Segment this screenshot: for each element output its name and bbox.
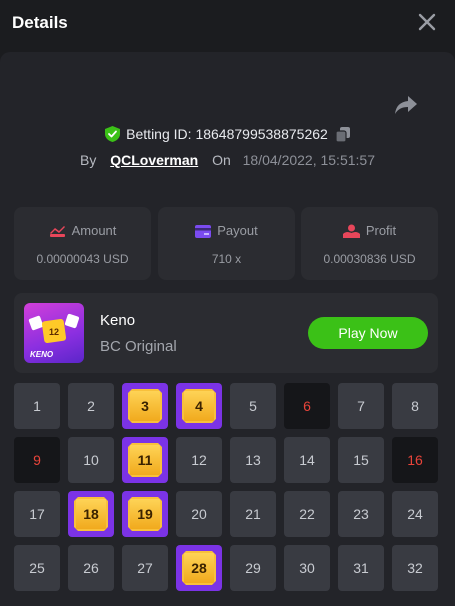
svg-text:KENO: KENO xyxy=(30,350,54,359)
keno-cell-27: 27 xyxy=(122,545,168,591)
keno-cell-number: 17 xyxy=(29,506,45,522)
stat-card-payout: Payout 710 x xyxy=(158,207,295,280)
betting-id-label: Betting ID: xyxy=(126,126,192,142)
profit-icon xyxy=(342,224,360,238)
keno-cell-13: 13 xyxy=(230,437,276,483)
keno-cell-number: 20 xyxy=(191,506,207,522)
keno-cell-23: 23 xyxy=(338,491,384,537)
keno-cell-10: 10 xyxy=(68,437,114,483)
payout-icon xyxy=(195,225,212,238)
keno-cell-number: 24 xyxy=(407,506,423,522)
keno-cell-3: 3 xyxy=(122,383,168,429)
keno-cell-number: 29 xyxy=(245,560,261,576)
stat-value-profit: 0.00030836 USD xyxy=(323,252,416,266)
keno-cell-21: 21 xyxy=(230,491,276,537)
modal-title: Details xyxy=(12,13,68,32)
keno-cell-7: 7 xyxy=(338,383,384,429)
keno-cell-14: 14 xyxy=(284,437,330,483)
by-label: By xyxy=(80,152,97,168)
bet-byline: By QCLoverman On 18/04/2022, 15:51:57 xyxy=(0,152,455,168)
keno-cell-26: 26 xyxy=(68,545,114,591)
copy-icon[interactable] xyxy=(335,127,350,142)
keno-cell-number: 9 xyxy=(33,452,41,468)
keno-cell-22: 22 xyxy=(284,491,330,537)
keno-cell-25: 25 xyxy=(14,545,60,591)
game-card: 12 KENO Keno BC Original Play Now xyxy=(14,293,438,373)
keno-cell-number: 32 xyxy=(407,560,423,576)
keno-thumbnail[interactable]: 12 KENO xyxy=(24,303,84,363)
keno-cell-9: 9 xyxy=(14,437,60,483)
keno-cell-24: 24 xyxy=(392,491,438,537)
keno-cell-28: 28 xyxy=(176,545,222,591)
keno-cell-number: 22 xyxy=(299,506,315,522)
keno-cell-number: 26 xyxy=(83,560,99,576)
betting-id-line: Betting ID: 18648799538875262 xyxy=(0,126,455,142)
keno-cell-6: 6 xyxy=(284,383,330,429)
amount-icon xyxy=(49,226,65,237)
keno-cell-number: 12 xyxy=(191,452,207,468)
keno-cell-number: 23 xyxy=(353,506,369,522)
keno-cell-1: 1 xyxy=(14,383,60,429)
stat-card-amount: Amount 0.00000043 USD xyxy=(14,207,151,280)
keno-cell-number: 11 xyxy=(137,452,153,468)
stat-card-profit: Profit 0.00030836 USD xyxy=(301,207,438,280)
shield-check-icon xyxy=(105,126,121,142)
betting-id-value: 18648799538875262 xyxy=(195,126,328,142)
keno-cell-19: 19 xyxy=(122,491,168,537)
stat-value-amount: 0.00000043 USD xyxy=(36,252,129,266)
close-icon[interactable] xyxy=(417,12,437,32)
keno-cell-11: 11 xyxy=(122,437,168,483)
on-label: On xyxy=(212,152,231,168)
keno-cell-number: 30 xyxy=(299,560,315,576)
keno-cell-number: 1 xyxy=(33,398,41,414)
keno-cell-17: 17 xyxy=(14,491,60,537)
game-name: Keno xyxy=(100,312,136,329)
keno-cell-number: 14 xyxy=(299,452,315,468)
modal-header: Details xyxy=(0,0,455,52)
stat-label-amount: Amount xyxy=(71,223,117,238)
keno-cell-number: 10 xyxy=(83,452,99,468)
keno-cell-2: 2 xyxy=(68,383,114,429)
keno-cell-number: 28 xyxy=(191,560,207,576)
keno-cell-number: 18 xyxy=(83,506,99,522)
keno-cell-number: 2 xyxy=(87,398,95,414)
keno-cell-8: 8 xyxy=(392,383,438,429)
keno-cell-number: 25 xyxy=(29,560,45,576)
keno-cell-20: 20 xyxy=(176,491,222,537)
keno-cell-number: 6 xyxy=(303,398,311,414)
keno-cell-number: 4 xyxy=(195,398,203,414)
keno-cell-30: 30 xyxy=(284,545,330,591)
keno-cell-15: 15 xyxy=(338,437,384,483)
share-icon[interactable] xyxy=(394,94,418,116)
keno-cell-number: 8 xyxy=(411,398,419,414)
svg-text:12: 12 xyxy=(49,327,59,337)
stat-label-profit: Profit xyxy=(365,223,397,238)
keno-cell-29: 29 xyxy=(230,545,276,591)
keno-cell-16: 16 xyxy=(392,437,438,483)
keno-cell-31: 31 xyxy=(338,545,384,591)
keno-cell-12: 12 xyxy=(176,437,222,483)
keno-cell-5: 5 xyxy=(230,383,276,429)
keno-cell-number: 5 xyxy=(249,398,257,414)
keno-cell-18: 18 xyxy=(68,491,114,537)
keno-cell-number: 27 xyxy=(137,560,153,576)
keno-cell-number: 15 xyxy=(353,452,369,468)
keno-cell-32: 32 xyxy=(392,545,438,591)
game-subtitle: BC Original xyxy=(100,338,177,355)
keno-cell-number: 3 xyxy=(141,398,149,414)
play-now-button[interactable]: Play Now xyxy=(308,317,428,349)
stat-label-payout: Payout xyxy=(217,223,258,238)
keno-cell-number: 7 xyxy=(357,398,365,414)
keno-cell-number: 19 xyxy=(137,506,153,522)
keno-cell-number: 16 xyxy=(407,452,423,468)
stat-value-payout: 710 x xyxy=(211,252,242,266)
keno-cell-number: 31 xyxy=(353,560,369,576)
username-link[interactable]: QCLoverman xyxy=(110,152,198,168)
keno-cell-number: 13 xyxy=(245,452,261,468)
bet-datetime: 18/04/2022, 15:51:57 xyxy=(242,152,375,168)
keno-cell-4: 4 xyxy=(176,383,222,429)
keno-cell-number: 21 xyxy=(245,506,261,522)
